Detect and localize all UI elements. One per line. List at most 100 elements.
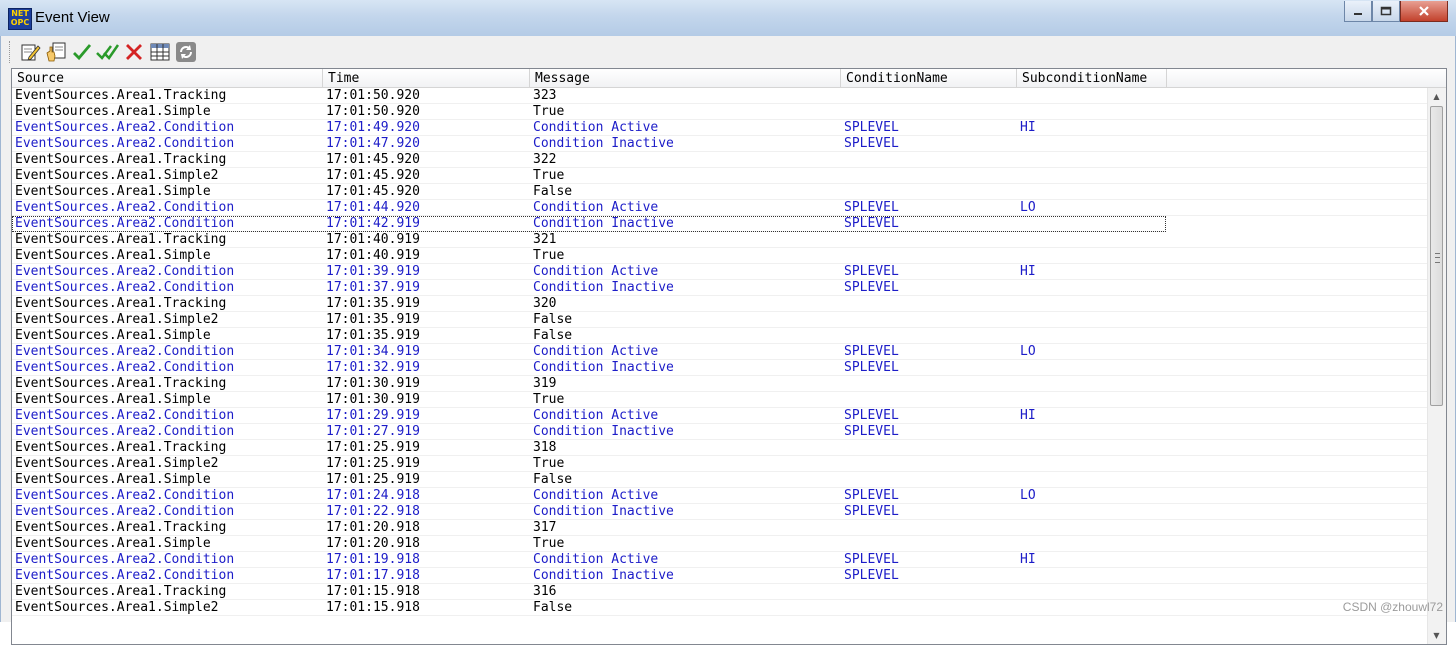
column-header-time[interactable]: Time xyxy=(323,69,530,87)
table-row[interactable]: EventSources.Area1.Simple 17:01:35.919 Fal… xyxy=(12,328,1428,344)
table-row[interactable]: EventSources.Area2.Condition 17:01:34.919… xyxy=(12,344,1428,360)
cell-source: EventSources.Area2.Condition xyxy=(15,488,235,503)
cell-subcondition-name xyxy=(1017,328,1020,344)
table-row[interactable]: EventSources.Area1.Simple 17:01:40.919 Tru… xyxy=(12,248,1428,264)
cell-source: EventSources.Area1.Simple xyxy=(15,104,211,119)
table-row[interactable]: EventSources.Area2.Condition 17:01:44.920… xyxy=(12,200,1428,216)
refresh-button[interactable] xyxy=(174,40,198,64)
cell-message: Condition Active xyxy=(533,120,659,135)
table-row[interactable]: EventSources.Area2.Condition 17:01:47.920… xyxy=(12,136,1428,152)
table-row[interactable]: EventSources.Area2.Condition 17:01:27.919… xyxy=(12,424,1428,440)
cell-subcondition-name: LO xyxy=(1020,344,1036,359)
check-button[interactable] xyxy=(70,40,94,64)
table-row[interactable]: EventSources.Area1.Simple2 17:01:35.919 Fa… xyxy=(12,312,1428,328)
table-row[interactable]: EventSources.Area1.Simple 17:01:50.920 Tru… xyxy=(12,104,1428,120)
cell-subcondition-name: HI xyxy=(1020,552,1036,567)
table-row[interactable]: EventSources.Area1.Simple2 17:01:45.920 Tr… xyxy=(12,168,1428,184)
maximize-button[interactable] xyxy=(1372,1,1400,22)
column-header-source[interactable]: Source xyxy=(12,69,323,87)
column-header-message[interactable]: Message xyxy=(530,69,841,87)
cell-subcondition-name xyxy=(1017,184,1020,200)
logo-text-top: NET xyxy=(11,9,29,18)
cell-source: EventSources.Area1.Tracking xyxy=(15,88,227,103)
cell-time: 17:01:35.919 xyxy=(326,328,420,343)
table-row[interactable]: EventSources.Area2.Condition 17:01:19.918… xyxy=(12,552,1428,568)
cell-condition-name xyxy=(841,536,844,552)
cell-source: EventSources.Area2.Condition xyxy=(15,424,235,439)
cell-source: EventSources.Area1.Tracking xyxy=(15,584,227,599)
column-header: Source Time Message ConditionName Subcon… xyxy=(12,69,1446,88)
cell-message: 320 xyxy=(533,296,557,311)
cell-message: True xyxy=(533,248,565,263)
scroll-down-arrow-icon[interactable]: ▼ xyxy=(1428,627,1445,644)
acknowledge-button[interactable] xyxy=(44,40,68,64)
table-row[interactable]: EventSources.Area1.Simple2 17:01:15.918 Fa… xyxy=(12,600,1428,616)
close-button[interactable] xyxy=(1400,1,1448,22)
table-row[interactable]: EventSources.Area1.Tracking 17:01:15.918 3… xyxy=(12,584,1428,600)
cell-source: EventSources.Area1.Tracking xyxy=(15,232,227,247)
table-row[interactable]: EventSources.Area1.Tracking 17:01:45.920 3… xyxy=(12,152,1428,168)
cell-subcondition-name xyxy=(1017,232,1020,248)
cell-source: EventSources.Area1.Simple xyxy=(15,184,211,199)
cell-subcondition-name xyxy=(1017,280,1020,296)
table-row[interactable]: EventSources.Area1.Simple 17:01:30.919 Tru… xyxy=(12,392,1428,408)
cell-condition-name xyxy=(841,600,844,616)
cell-subcondition-name xyxy=(1017,424,1020,440)
column-header-condition-name[interactable]: ConditionName xyxy=(841,69,1017,87)
event-list[interactable]: Source Time Message ConditionName Subcon… xyxy=(11,68,1447,645)
cell-subcondition-name xyxy=(1017,248,1020,264)
cell-subcondition-name: HI xyxy=(1020,264,1036,279)
cell-message: True xyxy=(533,168,565,183)
table-row[interactable]: EventSources.Area1.Tracking 17:01:25.919 3… xyxy=(12,440,1428,456)
cell-subcondition-name xyxy=(1017,312,1020,328)
cell-subcondition-name xyxy=(1017,136,1020,152)
cell-subcondition-name xyxy=(1017,536,1020,552)
table-row[interactable]: EventSources.Area1.Tracking 17:01:50.920 3… xyxy=(12,88,1428,104)
cell-condition-name xyxy=(841,456,844,472)
cell-condition-name: SPLEVEL xyxy=(844,408,899,423)
table-row[interactable]: EventSources.Area1.Tracking 17:01:35.919 3… xyxy=(12,296,1428,312)
table-row[interactable]: EventSources.Area1.Simple2 17:01:25.919 Tr… xyxy=(12,456,1428,472)
table-row[interactable]: EventSources.Area2.Condition 17:01:39.919… xyxy=(12,264,1428,280)
table-row[interactable]: EventSources.Area2.Condition 17:01:37.919… xyxy=(12,280,1428,296)
table-row[interactable]: EventSources.Area2.Condition 17:01:17.918… xyxy=(12,568,1428,584)
toolbar-grip[interactable] xyxy=(9,41,13,63)
cell-source: EventSources.Area1.Tracking xyxy=(15,520,227,535)
edit-icon xyxy=(21,44,41,61)
cell-source: EventSources.Area1.Tracking xyxy=(15,440,227,455)
delete-icon xyxy=(126,44,142,60)
check-all-button[interactable] xyxy=(96,40,120,64)
table-row[interactable]: EventSources.Area2.Condition 17:01:49.920… xyxy=(12,120,1428,136)
table-row[interactable]: EventSources.Area1.Simple 17:01:45.920 Fal… xyxy=(12,184,1428,200)
delete-button[interactable] xyxy=(122,40,146,64)
table-row[interactable]: EventSources.Area2.Condition 17:01:32.919… xyxy=(12,360,1428,376)
cell-message: Condition Inactive xyxy=(533,136,674,151)
minimize-button[interactable] xyxy=(1344,1,1372,22)
table-row[interactable]: EventSources.Area1.Tracking 17:01:20.918 3… xyxy=(12,520,1428,536)
table-row[interactable]: EventSources.Area2.Condition 17:01:22.918… xyxy=(12,504,1428,520)
cell-time: 17:01:24.918 xyxy=(326,488,420,503)
column-header-subcondition-name[interactable]: SubconditionName xyxy=(1017,69,1167,87)
table-row[interactable]: EventSources.Area1.Tracking 17:01:40.919 3… xyxy=(12,232,1428,248)
minimize-icon xyxy=(1354,13,1362,15)
table-row[interactable]: EventSources.Area2.Condition 17:01:24.918… xyxy=(12,488,1428,504)
cell-condition-name xyxy=(841,312,844,328)
scrollbar-thumb[interactable] xyxy=(1430,106,1443,406)
cell-subcondition-name xyxy=(1017,360,1020,376)
cell-source: EventSources.Area2.Condition xyxy=(15,264,235,279)
scroll-up-arrow-icon[interactable]: ▲ xyxy=(1428,88,1445,105)
table-row[interactable]: EventSources.Area2.Condition 17:01:42.919… xyxy=(12,216,1166,232)
edit-button[interactable] xyxy=(18,40,42,64)
hand-icon xyxy=(46,42,66,62)
vertical-scrollbar[interactable]: ▲ ▼ xyxy=(1427,88,1446,644)
table-row[interactable]: EventSources.Area1.Simple 17:01:20.918 Tru… xyxy=(12,536,1428,552)
cell-time: 17:01:40.919 xyxy=(326,248,420,263)
table-button[interactable] xyxy=(148,40,172,64)
table-row[interactable]: EventSources.Area2.Condition 17:01:29.919… xyxy=(12,408,1428,424)
table-row[interactable]: EventSources.Area1.Tracking 17:01:30.919 3… xyxy=(12,376,1428,392)
cell-time: 17:01:22.918 xyxy=(326,504,420,519)
cell-time: 17:01:37.919 xyxy=(326,280,420,295)
cell-subcondition-name xyxy=(1017,168,1020,184)
table-row[interactable]: EventSources.Area1.Simple 17:01:25.919 Fal… xyxy=(12,472,1428,488)
cell-time: 17:01:30.919 xyxy=(326,392,420,407)
